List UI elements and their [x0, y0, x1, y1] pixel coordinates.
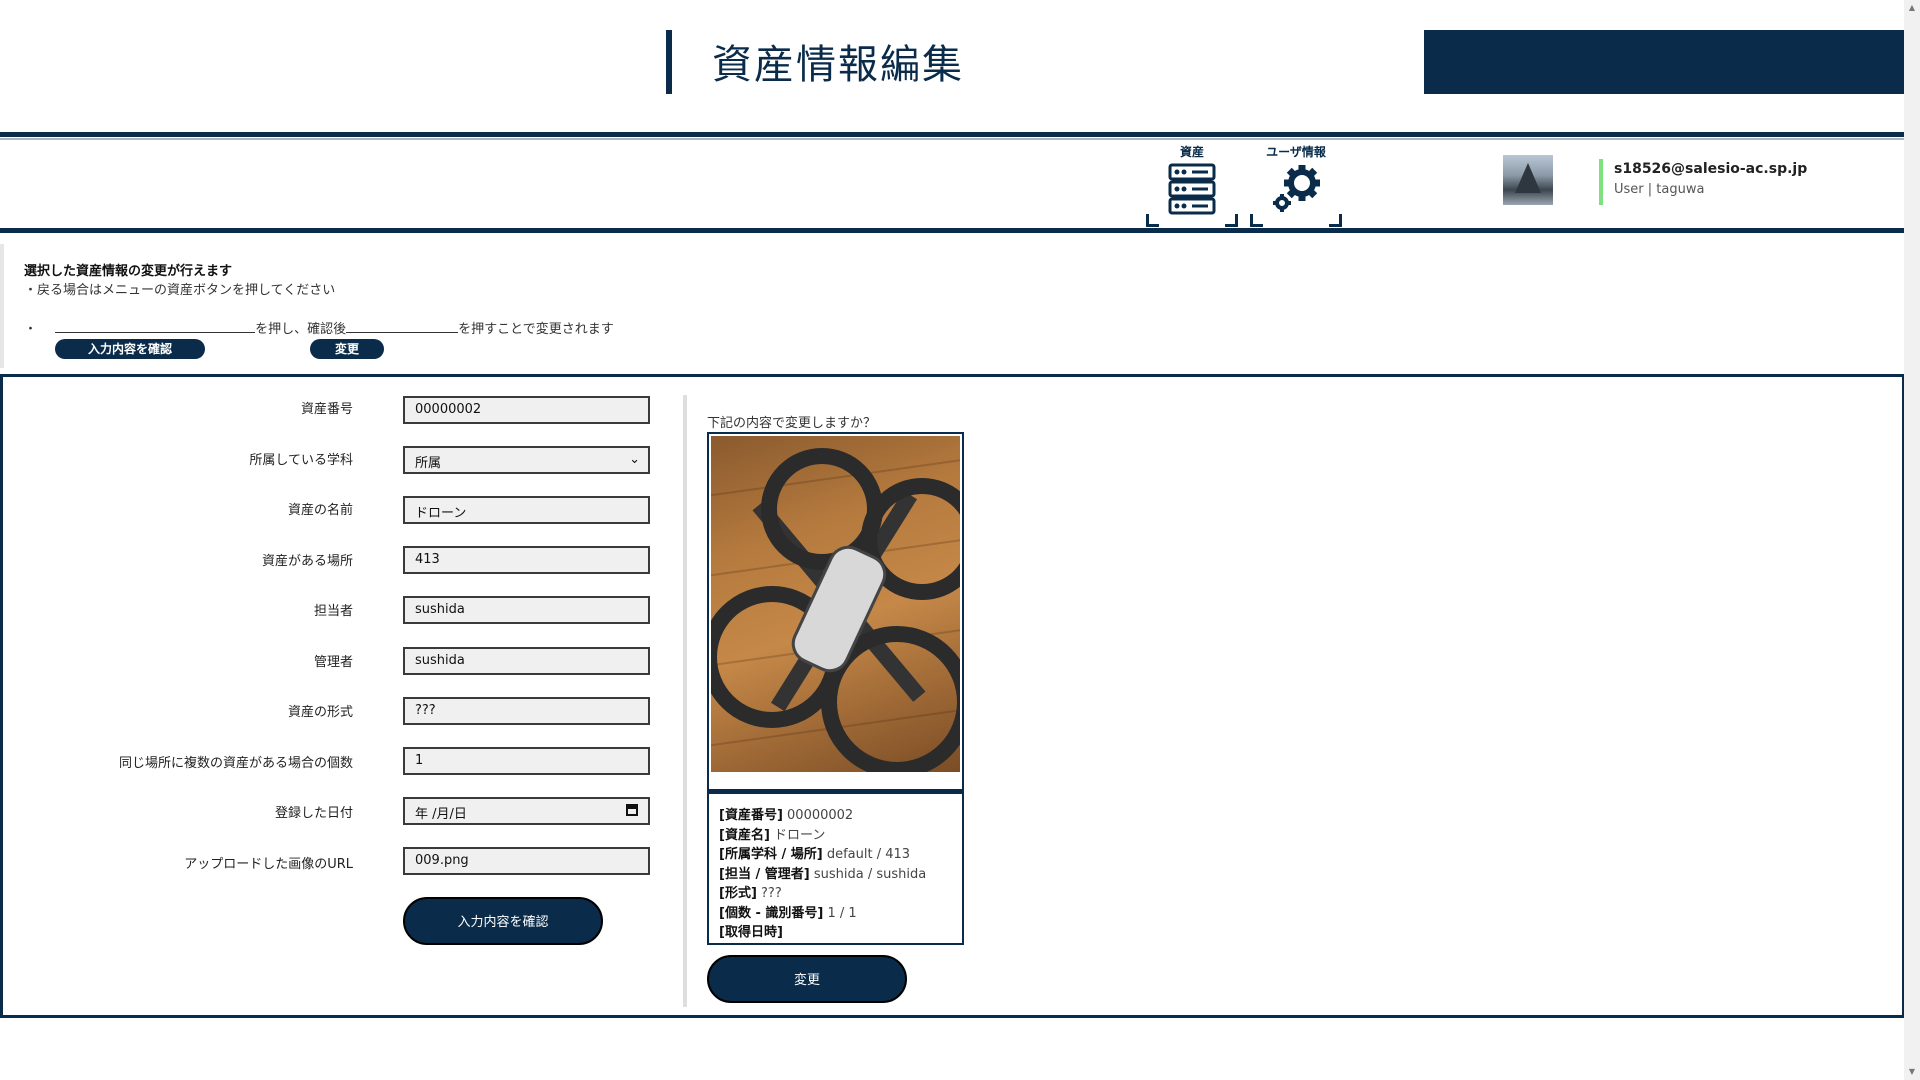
preview-value: 1 / 1 — [827, 905, 857, 921]
preview-key: [形式] — [719, 886, 757, 901]
change-button[interactable]: 変更 — [707, 955, 907, 1003]
image-url-input[interactable]: 009.png — [403, 847, 650, 875]
nav-assets-button[interactable]: 資産 — [1146, 143, 1238, 227]
preview-key: [資産名] — [719, 827, 770, 843]
asset-number-input[interactable]: 00000002 — [403, 396, 650, 424]
preview-value: default / 413 — [826, 847, 911, 862]
header-divider-shadow — [0, 138, 1904, 140]
chevron-down-icon: ⌄ — [629, 452, 640, 467]
nav-corner-left — [1250, 214, 1263, 227]
user-status-bar — [1599, 159, 1603, 205]
preview-key: [所属学科 / 場所] — [719, 847, 823, 862]
registered-date-label: 登録した日付 — [274, 806, 353, 821]
page-scrollbar[interactable]: ▲ ▼ — [1904, 0, 1920, 1080]
instructions-bullet: ・ — [24, 322, 38, 337]
instructions-blank-2 — [346, 320, 459, 333]
page-title: 資産情報編集 — [712, 42, 964, 88]
confirm-question: 下記の内容で変更しますか？ — [707, 416, 877, 431]
confirm-input-button[interactable]: 入力内容を確認 — [403, 897, 603, 945]
preview-row: [資産名] ドローン — [719, 826, 926, 846]
instructions-confirm-chip: 入力内容を確認 — [55, 339, 205, 359]
person-in-charge-input[interactable]: sushida — [403, 596, 650, 624]
asset-type-label: 資産の形式 — [287, 705, 353, 720]
manager-input[interactable]: sushida — [403, 647, 650, 675]
instructions-steps: ・ を押し、確認後 を押すことで変更されます — [24, 318, 614, 337]
asset-number-label: 資産番号 — [300, 402, 353, 417]
preview-value: ??? — [761, 886, 782, 901]
nav-corner-left — [1146, 214, 1159, 227]
avatar-mountain-image — [1515, 163, 1541, 193]
registered-date-value: 年 /月/日 — [415, 807, 467, 822]
asset-photo — [711, 436, 960, 772]
department-select-value: 所属 — [415, 456, 442, 471]
preview-key: [担当 / 管理者] — [719, 866, 810, 882]
title-accent-bar — [666, 30, 672, 94]
nav-corner-right — [1329, 214, 1342, 227]
panel-divider — [683, 395, 687, 1007]
nav-divider — [0, 228, 1904, 233]
instructions-accent — [0, 244, 4, 368]
quantity-input[interactable]: 1 — [403, 747, 650, 775]
instructions-change-chip: 変更 — [310, 339, 384, 359]
preview-card: [資産番号] 00000002 [資産名] ドローン [所属学科 / 場所] d… — [707, 432, 964, 945]
asset-type-input[interactable]: ??? — [403, 697, 650, 725]
nav-user-info-button[interactable]: ユーザ情報 — [1250, 143, 1342, 227]
nav-corner-right — [1225, 214, 1238, 227]
preview-value: ドローン — [774, 827, 826, 843]
asset-name-input[interactable]: ドローン — [403, 496, 650, 524]
preview-key: [個数 - 識別番号] — [719, 905, 824, 921]
preview-value: 00000002 — [787, 808, 854, 823]
asset-name-label: 資産の名前 — [287, 503, 353, 518]
nav-assets-label: 資産 — [1179, 145, 1204, 159]
instructions-back-hint: ・戻る場合はメニューの資産ボタンを押してください — [24, 283, 336, 298]
location-input[interactable]: 413 — [403, 546, 650, 574]
card-separator — [709, 789, 962, 794]
person-in-charge-label: 担当者 — [313, 604, 353, 619]
server-icon — [1168, 163, 1216, 215]
avatar[interactable] — [1503, 155, 1553, 205]
user-role: User | taguwa — [1614, 182, 1705, 197]
gear-icon — [1273, 165, 1320, 212]
calendar-icon[interactable] — [626, 804, 638, 816]
preview-row: [資産番号] 00000002 — [719, 806, 926, 826]
manager-label: 管理者 — [313, 655, 353, 670]
nav-user-info-label: ユーザ情報 — [1266, 145, 1326, 159]
preview-value: sushida / sushida — [813, 866, 927, 882]
instructions-step-1: を押し、確認後 — [255, 322, 347, 337]
user-email: s18526@salesio-ac.sp.jp — [1614, 161, 1808, 177]
preview-details: [資産番号] 00000002 [資産名] ドローン [所属学科 / 場所] d… — [719, 806, 926, 943]
instructions-title: 選択した資産情報の変更が行えます — [24, 264, 233, 279]
scroll-down-icon[interactable]: ▼ — [1904, 1064, 1920, 1080]
instructions-step-2: を押すことで変更されます — [458, 322, 614, 337]
instructions-blank-1 — [55, 320, 256, 333]
preview-key: [資産番号] — [719, 808, 783, 823]
department-label: 所属している学科 — [249, 453, 353, 468]
preview-row: [所属学科 / 場所] default / 413 — [719, 845, 926, 865]
preview-row: [個数 - 識別番号] 1 / 1 — [719, 904, 926, 924]
preview-row: [担当 / 管理者] sushida / sushida — [719, 865, 926, 885]
preview-row: [取得日時] — [719, 923, 926, 943]
preview-key: [取得日時] — [719, 925, 783, 940]
department-select[interactable]: 所属 ⌄ — [403, 446, 650, 474]
location-label: 資産がある場所 — [261, 554, 353, 569]
image-url-label: アップロードした画像のURL — [184, 857, 353, 872]
header-banner — [1424, 30, 1904, 94]
quantity-label: 同じ場所に複数の資産がある場合の個数 — [118, 756, 353, 771]
header-divider — [0, 132, 1904, 137]
scroll-up-icon[interactable]: ▲ — [1904, 0, 1920, 16]
registered-date-input[interactable]: 年 /月/日 — [403, 797, 650, 825]
preview-row: [形式] ??? — [719, 884, 926, 904]
